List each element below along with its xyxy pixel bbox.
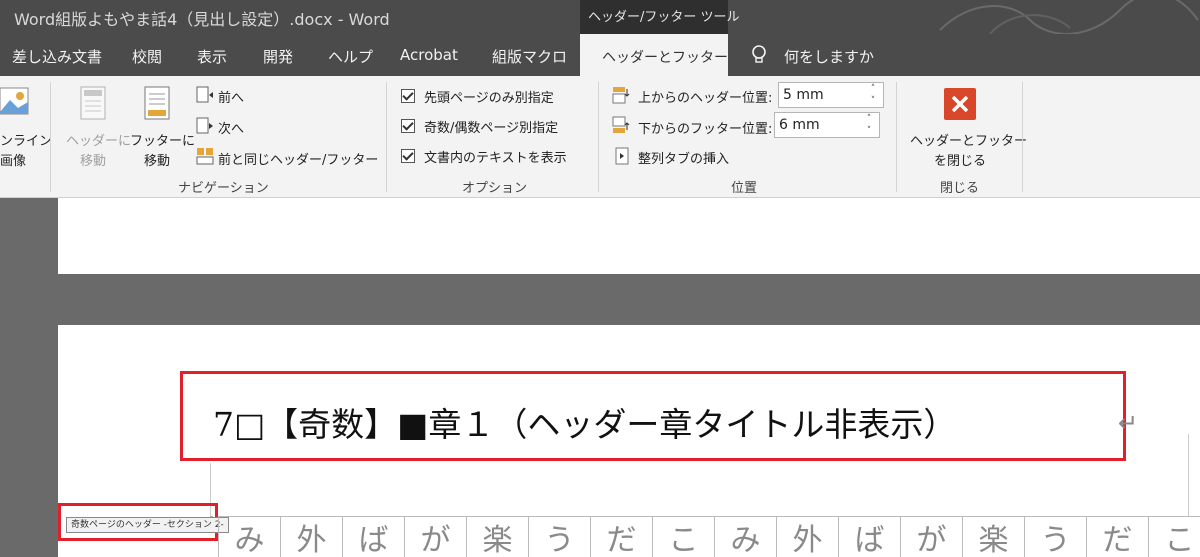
header-text[interactable]: 7□【奇数】■章１（ヘッダー章タイトル非表示） <box>213 398 956 446</box>
goto-header-label-bottom: 移動 <box>80 154 107 169</box>
group-divider <box>896 82 897 192</box>
grid-cell: が <box>900 516 962 557</box>
footer-position-spinner[interactable]: ˄ ˅ <box>774 112 880 138</box>
header-position-input[interactable] <box>779 83 863 107</box>
grid-cell: み <box>714 516 776 557</box>
decorative-swirl-icon <box>939 0 1199 34</box>
tab-view[interactable]: 表示 <box>197 46 227 67</box>
group-divider <box>386 82 387 192</box>
grid-cell: み <box>218 516 280 557</box>
different-first-page-label: 先頭ページのみ別指定 <box>424 91 554 106</box>
group-divider <box>1022 82 1023 192</box>
grid-cell: こ <box>652 516 714 557</box>
grid-cell: う <box>528 516 590 557</box>
header-position-icon <box>612 87 630 104</box>
context-tools-label: ヘッダー/フッター ツール <box>580 0 740 34</box>
tab-help[interactable]: ヘルプ <box>328 46 373 67</box>
insert-alignment-tab-label: 整列タブの挿入 <box>638 152 730 167</box>
grid-cell: ば <box>838 516 900 557</box>
grid-cell: が <box>404 516 466 557</box>
tab-header-footer[interactable]: ヘッダーとフッター <box>580 34 728 76</box>
link-to-previous-label: 前と同じヘッダー/フッター <box>218 153 379 168</box>
close-header-footer-label-bottom: を閉じる <box>934 154 987 169</box>
ribbon-tabs: 差し込み文書 校閲 表示 開発 ヘルプ Acrobat 組版マクロ ヘッダーとフ… <box>0 34 1200 76</box>
group-divider <box>598 82 599 192</box>
options-group-label: オプション <box>462 181 528 196</box>
tab-mailings[interactable]: 差し込み文書 <box>12 46 102 67</box>
online-picture-label-bottom: 画像 <box>0 154 27 169</box>
footer-position-icon <box>612 116 630 133</box>
context-tools-text: ヘッダー/フッター ツール <box>588 10 740 25</box>
tab-header-footer-label: ヘッダーとフッター <box>602 50 728 66</box>
position-group-label: 位置 <box>731 181 758 196</box>
ribbon: ンライン 画像 ヘッダーに 移動 フッターに 移動 前へ 次へ 前と同じヘッダー… <box>0 76 1200 198</box>
header-position-spinner[interactable]: ˄ ˅ <box>778 82 884 108</box>
previous-page-bottom <box>58 198 1200 274</box>
grid-cell: う <box>1024 516 1086 557</box>
close-header-footer-label-top: ヘッダーとフッター <box>910 134 1028 149</box>
grid-cell: 楽 <box>466 516 528 557</box>
spin-up-icon[interactable]: ˄ <box>861 113 877 125</box>
online-picture-label-top: ンライン <box>0 134 53 149</box>
manuscript-grid-row: み 外 ば が 楽 う だ こ み 外 ば が 楽 う だ こ <box>218 516 1200 557</box>
close-icon <box>944 88 976 120</box>
different-odd-even-checkbox[interactable] <box>401 119 415 133</box>
tab-acrobat[interactable]: Acrobat <box>400 46 458 64</box>
title-bar: Word組版よもやま話4（見出し設定）.docx - Word ヘッダー/フッタ… <box>0 0 1200 34</box>
show-document-text-checkbox[interactable] <box>401 149 415 163</box>
window-title: Word組版よもやま話4（見出し設定）.docx - Word <box>14 10 390 29</box>
tab-typesetting-macro[interactable]: 組版マクロ <box>492 46 567 67</box>
tab-developer[interactable]: 開発 <box>263 46 293 67</box>
close-group-label: 閉じる <box>940 181 980 196</box>
header-position-label: 上からのヘッダー位置: <box>638 91 773 106</box>
footer-position-input[interactable] <box>775 113 859 137</box>
document-area: 7□【奇数】■章１（ヘッダー章タイトル非表示） ↵ 奇数ページのヘッダー -セク… <box>0 198 1200 557</box>
link-to-previous-icon <box>196 148 214 165</box>
different-odd-even-label: 奇数/偶数ページ別指定 <box>424 121 559 136</box>
grid-cell: こ <box>1148 516 1200 557</box>
spin-up-icon[interactable]: ˄ <box>865 83 881 95</box>
previous-label: 前へ <box>218 91 245 106</box>
navigation-group-label: ナビゲーション <box>178 181 269 196</box>
grid-cell: 外 <box>280 516 342 557</box>
tell-me-search[interactable]: 何をしますか <box>784 46 874 67</box>
goto-footer-icon <box>144 86 170 120</box>
previous-section-icon <box>196 86 213 103</box>
lightbulb-icon <box>752 45 766 63</box>
goto-footer-label-bottom: 移動 <box>144 154 171 169</box>
alignment-tab-icon <box>615 147 629 165</box>
goto-header-label-top: ヘッダーに <box>66 134 132 149</box>
spin-down-icon[interactable]: ˅ <box>865 95 881 107</box>
grid-cell: 楽 <box>962 516 1024 557</box>
footer-position-label: 下からのフッター位置: <box>638 122 773 137</box>
goto-footer-label-top: フッターに <box>130 134 196 149</box>
spin-down-icon[interactable]: ˅ <box>861 125 877 137</box>
group-divider <box>50 82 51 192</box>
goto-header-icon <box>80 86 106 120</box>
next-section-icon <box>196 117 213 134</box>
different-first-page-checkbox[interactable] <box>401 89 415 103</box>
next-label: 次へ <box>218 122 245 137</box>
margin-guide <box>1188 434 1189 516</box>
show-document-text-label: 文書内のテキストを表示 <box>424 151 567 166</box>
header-section-tag: 奇数ページのヘッダー -セクション 2- <box>66 517 229 533</box>
grid-cell: 外 <box>776 516 838 557</box>
grid-cell: だ <box>1086 516 1148 557</box>
tab-review[interactable]: 校閲 <box>132 46 162 67</box>
grid-cell: だ <box>590 516 652 557</box>
grid-cell: ば <box>342 516 404 557</box>
online-picture-icon <box>0 87 29 115</box>
paragraph-mark: ↵ <box>1118 409 1139 437</box>
